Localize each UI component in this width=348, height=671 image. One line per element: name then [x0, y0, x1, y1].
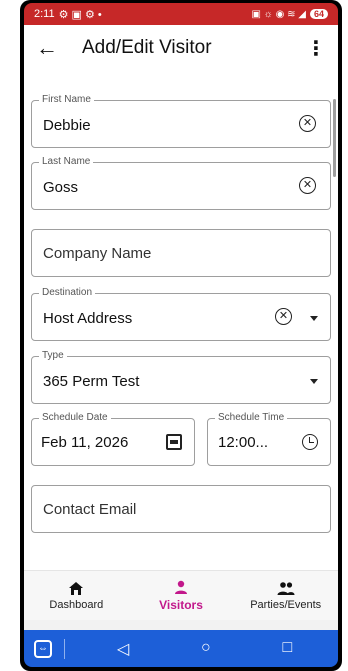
schedule-date-value: Feb 11, 2026: [41, 434, 129, 451]
clear-last-name-icon[interactable]: ✕: [299, 177, 316, 194]
type-value: 365 Perm Test: [43, 373, 140, 390]
nav-label-visitors: Visitors: [159, 598, 203, 612]
destination-value: Host Address: [43, 310, 133, 327]
nav-label-parties-events: Parties/Events: [250, 599, 322, 611]
status-time: 2:11: [34, 8, 55, 20]
group-icon: [276, 580, 296, 596]
remote-home-icon[interactable]: ○: [201, 639, 211, 659]
nav-item-visitors[interactable]: Visitors: [129, 571, 234, 620]
schedule-time-value: 12:00...: [218, 434, 269, 451]
clear-first-name-icon[interactable]: ✕: [299, 115, 316, 132]
status-notification-icons: ⚙ ▣ ⚙ •: [58, 8, 102, 21]
last-name-field[interactable]: Last Name Goss ✕: [31, 156, 331, 210]
device-frame: 2:11 ⚙ ▣ ⚙ • ▣ ☼ ◉ ≋ ◢ 64 ← Add/Edit Vis…: [0, 0, 348, 671]
clock-icon[interactable]: [302, 434, 318, 450]
system-navigation-bar: ||| ○ <: [24, 620, 338, 630]
destination-dropdown-icon[interactable]: [310, 316, 318, 321]
nav-item-parties-events[interactable]: Parties/Events: [233, 571, 338, 620]
app-bar: ← Add/Edit Visitor ⋮: [24, 25, 338, 71]
destination-label: Destination: [39, 287, 96, 298]
page-title: Add/Edit Visitor: [82, 37, 212, 58]
schedule-time-field[interactable]: Schedule Time 12:00...: [207, 412, 331, 466]
company-name-placeholder: Company Name: [43, 245, 152, 262]
remote-back-icon[interactable]: ◁: [117, 639, 129, 659]
more-vert-icon[interactable]: ⋮: [306, 36, 326, 61]
nav-label-dashboard: Dashboard: [49, 599, 104, 611]
type-label: Type: [39, 350, 67, 361]
back-arrow-icon[interactable]: ←: [36, 35, 72, 61]
app-screen: ← Add/Edit Visitor ⋮ First Name Debbie ✕…: [24, 25, 338, 630]
contact-email-field[interactable]: Contact Email: [31, 485, 331, 533]
bottom-navigation: Dashboard Visitors Parties/Events: [24, 570, 338, 620]
type-field[interactable]: Type 365 Perm Test: [31, 350, 331, 404]
schedule-time-label: Schedule Time: [215, 412, 288, 423]
last-name-value: Goss: [43, 179, 79, 196]
destination-field[interactable]: Destination Host Address ✕: [31, 287, 331, 341]
nav-item-dashboard[interactable]: Dashboard: [24, 571, 129, 620]
divider: [64, 638, 65, 659]
first-name-field[interactable]: First Name Debbie ✕: [31, 94, 331, 148]
status-system-icons: ▣ ☼ ◉ ≋ ◢: [251, 8, 306, 20]
calendar-icon[interactable]: [166, 434, 182, 450]
scrollbar-thumb[interactable]: [333, 99, 336, 177]
last-name-label: Last Name: [39, 156, 94, 167]
battery-icon: 64: [309, 9, 328, 19]
home-icon: [68, 580, 84, 596]
schedule-date-label: Schedule Date: [39, 412, 111, 423]
schedule-date-field[interactable]: Schedule Date Feb 11, 2026: [31, 412, 195, 466]
phone-body: 2:11 ⚙ ▣ ⚙ • ▣ ☼ ◉ ≋ ◢ 64 ← Add/Edit Vis…: [20, 0, 342, 671]
remote-control-bar: ⇔ ◁ ○ □: [24, 630, 338, 667]
first-name-label: First Name: [39, 94, 94, 105]
person-icon: [173, 579, 189, 595]
type-dropdown-icon[interactable]: [310, 379, 318, 384]
company-name-field[interactable]: Company Name: [31, 229, 331, 277]
swap-icon[interactable]: ⇔: [34, 639, 52, 658]
contact-email-placeholder: Contact Email: [43, 501, 137, 518]
clear-destination-icon[interactable]: ✕: [275, 308, 292, 325]
remote-recents-icon[interactable]: □: [282, 639, 292, 659]
first-name-value: Debbie: [43, 117, 91, 134]
status-bar: 2:11 ⚙ ▣ ⚙ • ▣ ☼ ◉ ≋ ◢ 64: [24, 3, 338, 25]
